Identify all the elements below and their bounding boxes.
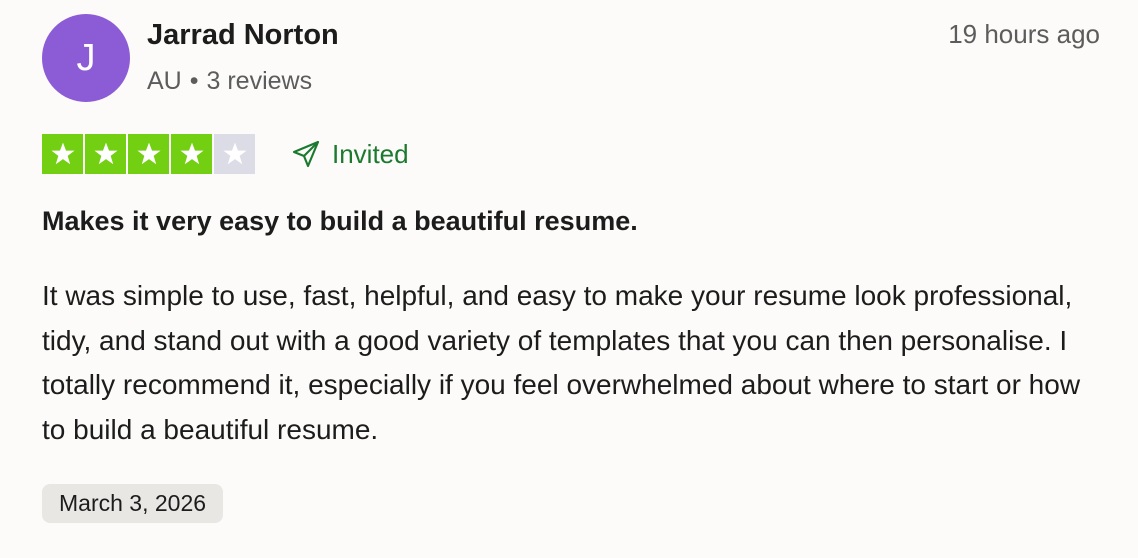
invited-label: Invited <box>332 139 409 169</box>
reviewer-name[interactable]: Jarrad Norton <box>147 16 339 54</box>
star-empty <box>214 134 255 174</box>
star-icon <box>179 142 204 165</box>
meta-separator: • <box>189 67 199 95</box>
star-filled <box>128 134 169 174</box>
star-filled <box>42 134 83 174</box>
avatar-initial: J <box>76 36 96 79</box>
review-date: March 3, 2026 <box>59 490 207 516</box>
review-date-badge: March 3, 2026 <box>42 484 224 523</box>
star-icon <box>222 142 247 165</box>
star-icon <box>50 142 75 165</box>
reviewer-country: AU <box>147 67 182 95</box>
review-card: J Jarrad Norton AU • 3 reviews 19 hours … <box>0 0 1138 558</box>
review-body: It was simple to use, fast, helpful, and… <box>42 280 1081 445</box>
star-rating <box>42 134 255 174</box>
review-title[interactable]: Makes it very easy to build a beautiful … <box>42 202 638 240</box>
star-icon <box>93 142 118 165</box>
star-filled <box>85 134 126 174</box>
invited-badge: Invited <box>290 136 409 172</box>
review-time: 19 hours ago <box>948 19 1100 49</box>
reviewer-review-count[interactable]: 3 reviews <box>207 64 313 98</box>
star-filled <box>171 134 212 174</box>
paper-plane-icon <box>292 140 320 168</box>
reviewer-meta: AU • 3 reviews <box>147 64 312 98</box>
avatar[interactable]: J <box>42 14 130 102</box>
star-icon <box>136 142 161 165</box>
